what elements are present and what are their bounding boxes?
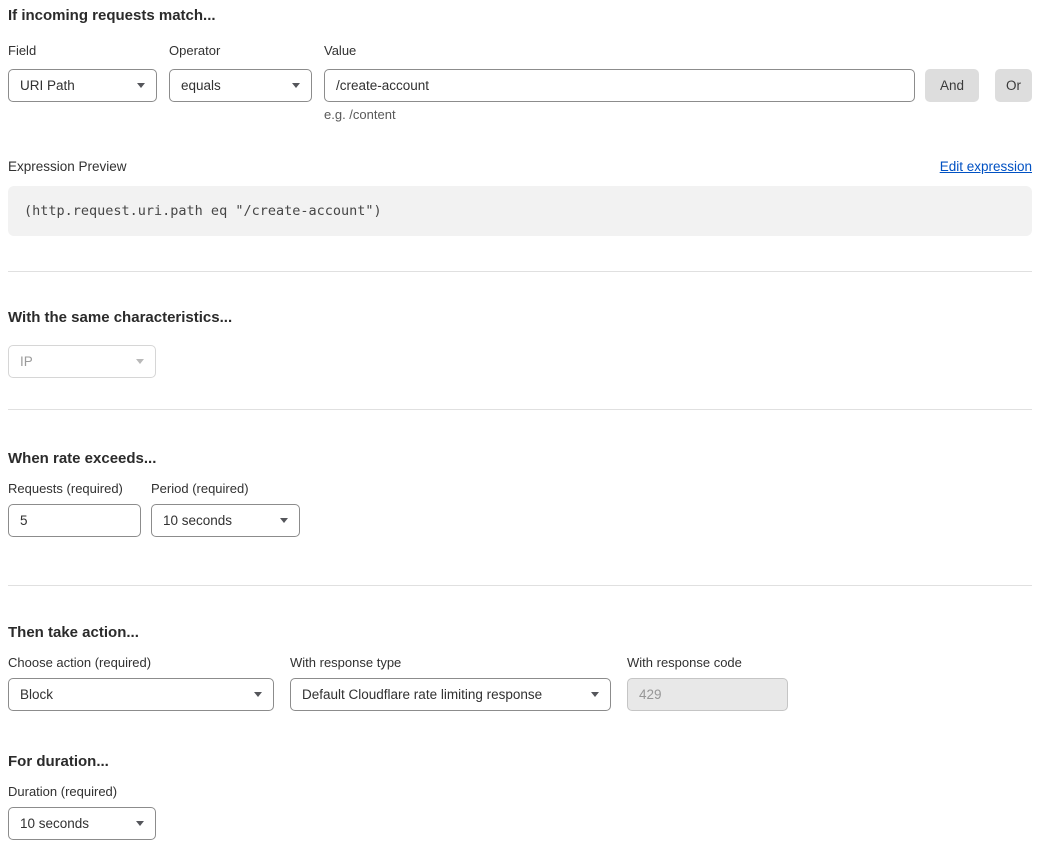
value-helper-text: e.g. /content xyxy=(324,108,915,122)
chevron-down-icon xyxy=(136,359,144,364)
duration-select-value: 10 seconds xyxy=(20,816,89,831)
response-code-input xyxy=(627,678,788,711)
rate-section-title: When rate exceeds... xyxy=(8,451,1032,467)
rate-controls-row: 10 seconds xyxy=(8,504,1032,537)
chevron-down-icon xyxy=(292,83,300,88)
duration-select[interactable]: 10 seconds xyxy=(8,807,156,840)
and-button[interactable]: And xyxy=(925,69,979,102)
choose-action-label: Choose action (required) xyxy=(8,656,290,670)
section-divider xyxy=(8,585,1032,586)
period-select-value: 10 seconds xyxy=(163,513,232,528)
or-button[interactable]: Or xyxy=(995,69,1032,102)
match-condition-row: Field URI Path Operator equals Value e.g… xyxy=(8,44,1032,122)
operator-select-value: equals xyxy=(181,78,221,93)
chevron-down-icon xyxy=(137,83,145,88)
expression-preview-header: Expression Preview Edit expression xyxy=(8,159,1032,174)
section-divider xyxy=(8,271,1032,272)
response-type-select-value: Default Cloudflare rate limiting respons… xyxy=(302,687,542,702)
chevron-down-icon xyxy=(280,518,288,523)
period-label: Period (required) xyxy=(151,482,249,496)
characteristic-select-value: IP xyxy=(20,354,33,369)
response-type-select[interactable]: Default Cloudflare rate limiting respons… xyxy=(290,678,611,711)
action-section-title: Then take action... xyxy=(8,625,1032,641)
expression-preview-code: (http.request.uri.path eq "/create-accou… xyxy=(8,186,1032,236)
duration-section-title: For duration... xyxy=(8,754,1032,770)
choose-action-select-value: Block xyxy=(20,687,53,702)
field-select-value: URI Path xyxy=(20,78,75,93)
logic-buttons: And Or xyxy=(925,44,1032,122)
value-column: Value e.g. /content xyxy=(324,44,915,122)
characteristic-select: IP xyxy=(8,345,156,378)
match-section-title: If incoming requests match... xyxy=(8,8,1032,24)
period-select[interactable]: 10 seconds xyxy=(151,504,300,537)
requests-label: Requests (required) xyxy=(8,482,151,496)
field-label: Field xyxy=(8,44,157,58)
rate-labels-row: Requests (required) Period (required) xyxy=(8,482,1032,496)
operator-column: Operator equals xyxy=(169,44,312,122)
requests-input[interactable] xyxy=(8,504,141,537)
section-divider xyxy=(8,409,1032,410)
value-input[interactable] xyxy=(324,69,915,102)
chevron-down-icon xyxy=(591,692,599,697)
chevron-down-icon xyxy=(136,821,144,826)
chevron-down-icon xyxy=(254,692,262,697)
characteristics-section-title: With the same characteristics... xyxy=(8,310,1032,326)
field-select[interactable]: URI Path xyxy=(8,69,157,102)
duration-label: Duration (required) xyxy=(8,785,1032,799)
operator-label: Operator xyxy=(169,44,312,58)
rate-limiting-rule-form: If incoming requests match... Field URI … xyxy=(0,0,1048,840)
operator-select[interactable]: equals xyxy=(169,69,312,102)
expression-preview-label: Expression Preview xyxy=(8,159,127,174)
action-labels-row: Choose action (required) With response t… xyxy=(8,656,1032,670)
edit-expression-link[interactable]: Edit expression xyxy=(940,159,1032,174)
response-code-label: With response code xyxy=(627,656,742,670)
field-column: Field URI Path xyxy=(8,44,157,122)
action-controls-row: Block Default Cloudflare rate limiting r… xyxy=(8,678,1032,711)
value-label: Value xyxy=(324,44,915,58)
choose-action-select[interactable]: Block xyxy=(8,678,274,711)
response-type-label: With response type xyxy=(290,656,627,670)
